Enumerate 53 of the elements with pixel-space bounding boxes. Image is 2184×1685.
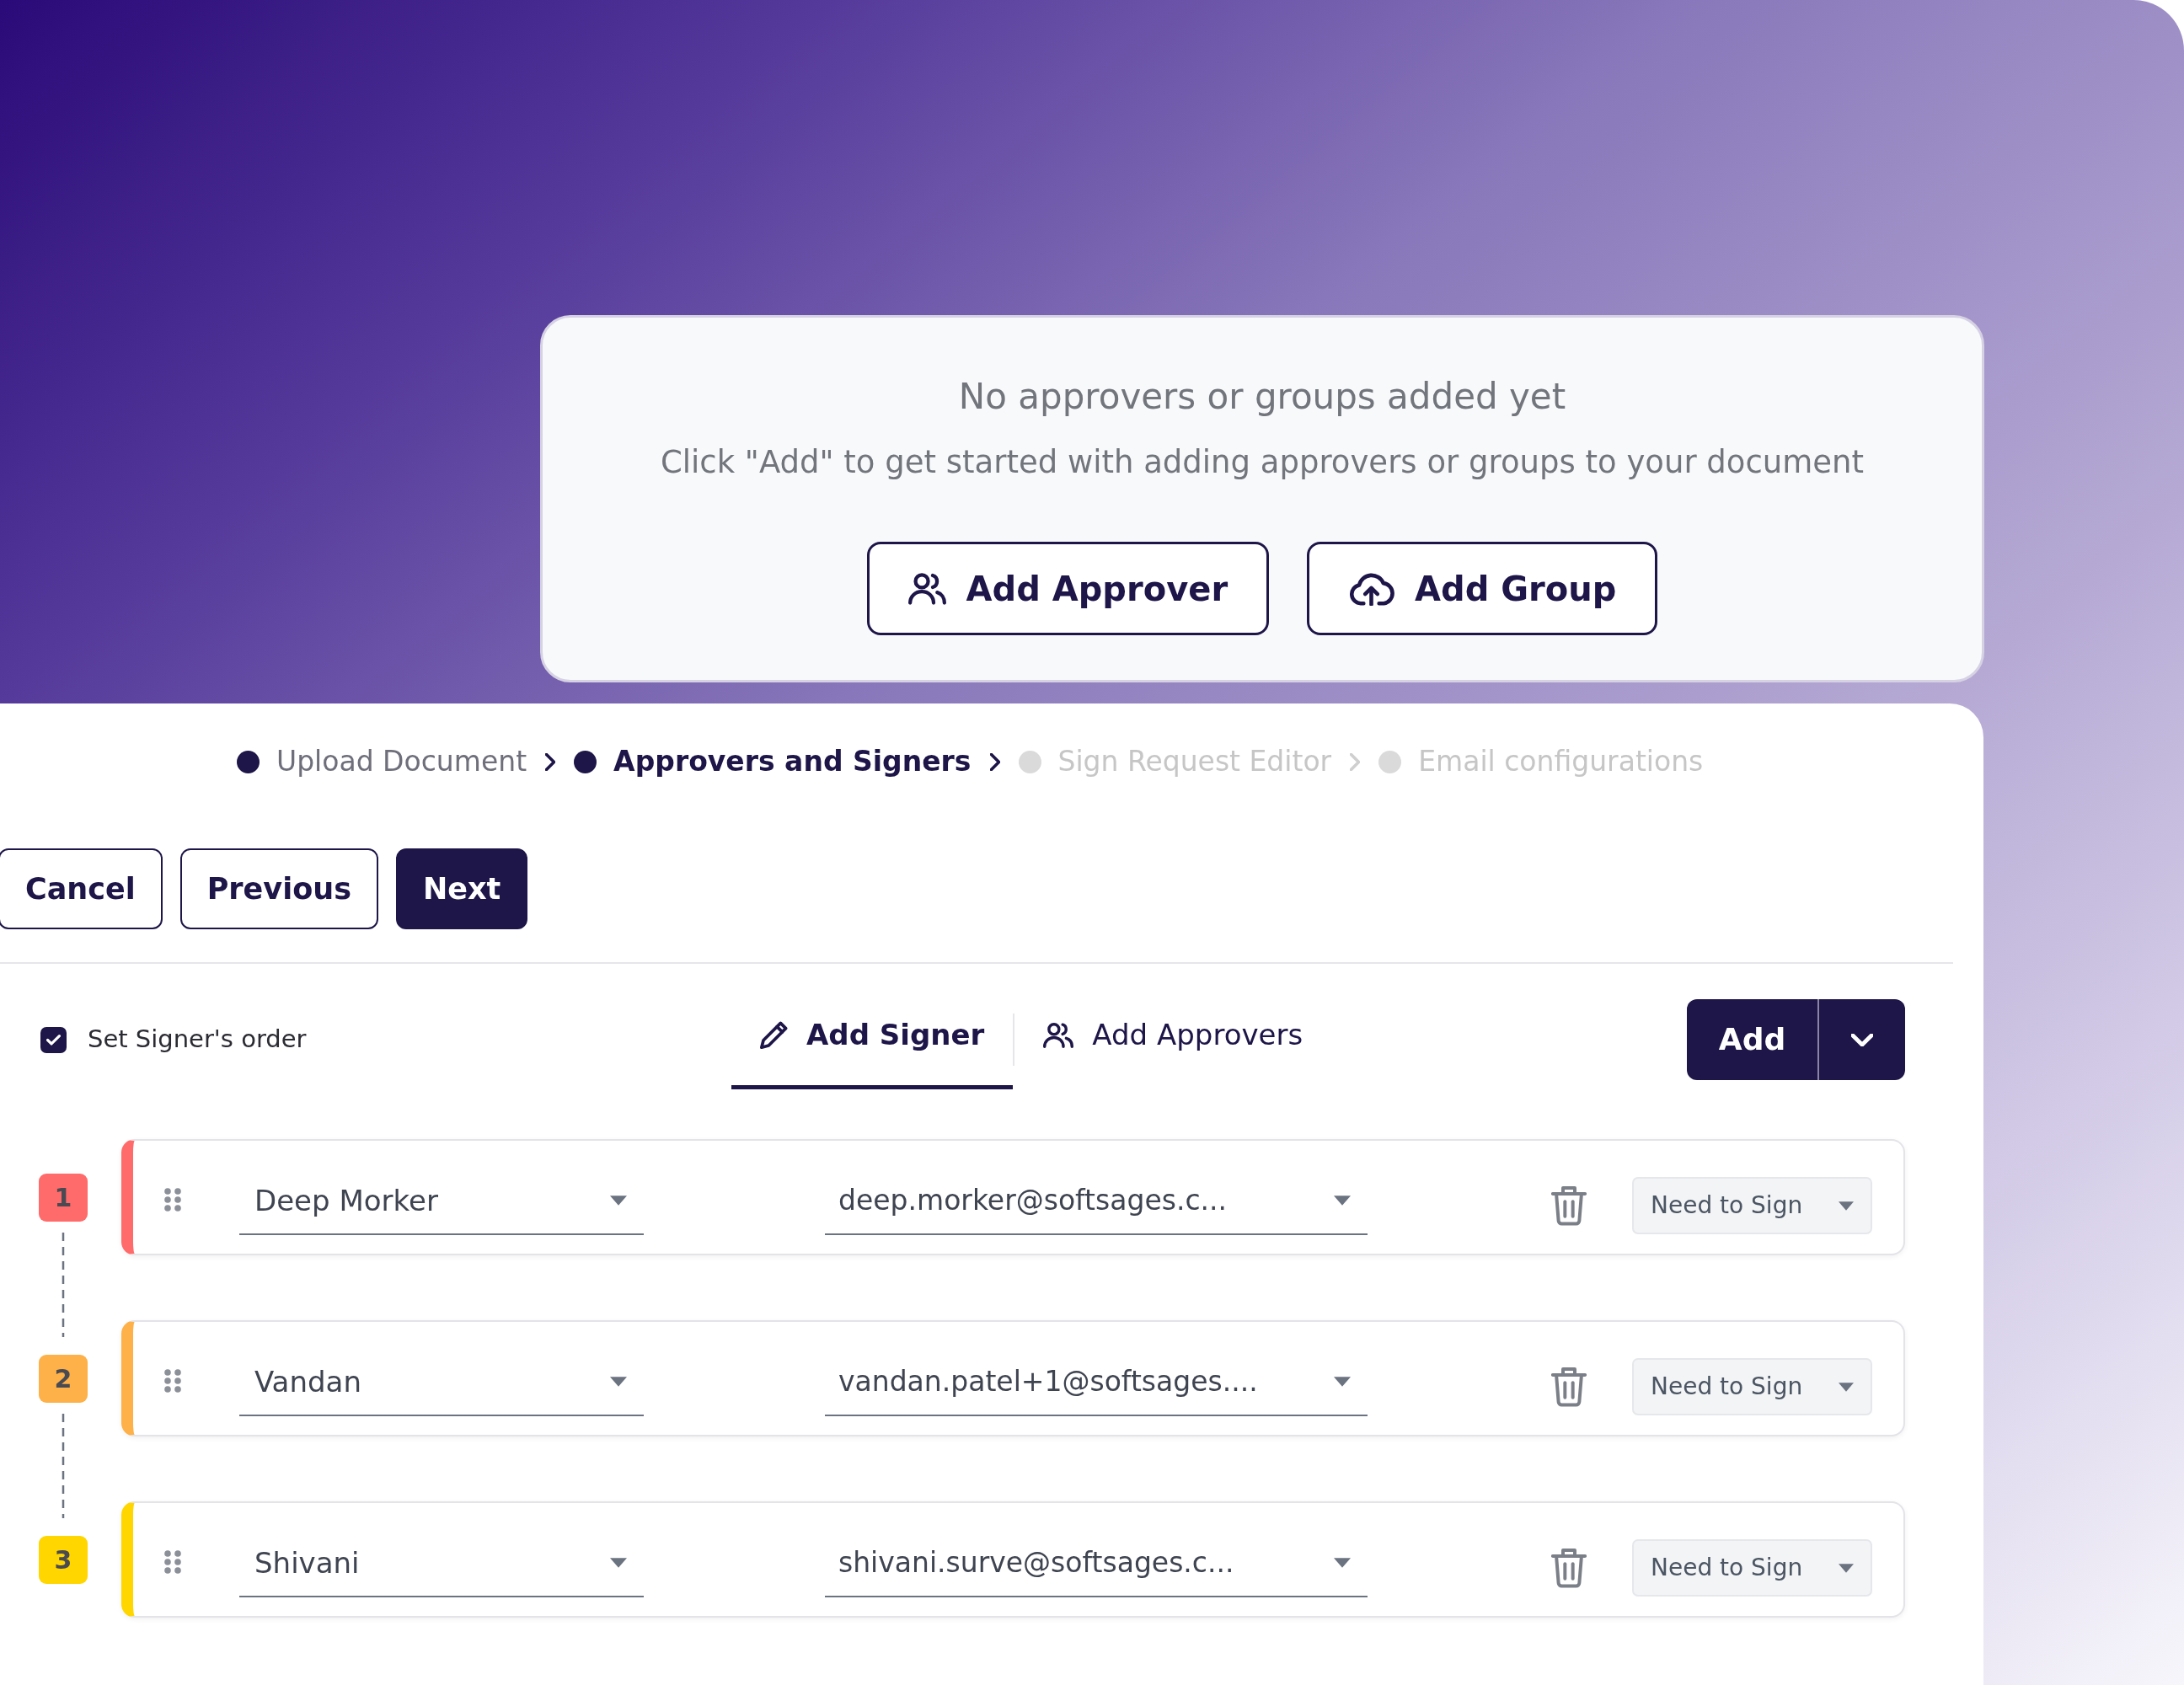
empty-state-title: No approvers or groups added yet	[958, 375, 1566, 419]
step-label: Sign Request Editor	[1057, 744, 1332, 780]
step-label: Upload Document	[276, 744, 527, 780]
role-dropdown[interactable]: Need to Sign	[1632, 1177, 1872, 1234]
add-button[interactable]: Add	[1687, 999, 1817, 1080]
people-icon	[1043, 1022, 1074, 1048]
cancel-button[interactable]: Cancel	[0, 848, 163, 929]
step-label: Approvers and Signers	[613, 744, 972, 780]
order-badge: 2	[39, 1355, 88, 1403]
name-dropdown[interactable]: Deep Morker	[239, 1174, 644, 1235]
role-dropdown[interactable]: Need to Sign	[1632, 1539, 1872, 1597]
chevron-right-icon	[1350, 752, 1361, 771]
checkmark-icon	[46, 1034, 61, 1046]
caret-down-icon	[1839, 1563, 1854, 1573]
caret-down-icon	[610, 1558, 627, 1568]
trash-icon[interactable]	[1551, 1548, 1587, 1588]
chevron-down-icon	[1851, 1033, 1873, 1046]
caret-down-icon	[1839, 1201, 1854, 1211]
dropdown-toggle-button[interactable]	[1817, 999, 1905, 1080]
chevron-right-icon	[989, 752, 1000, 771]
email-dropdown[interactable]: vandan.patel+1@softsages....	[825, 1356, 1368, 1416]
name-dropdown[interactable]: Shivani	[239, 1537, 644, 1597]
name-dropdown[interactable]: Vandan	[239, 1356, 644, 1416]
people-icon	[907, 572, 946, 605]
previous-button[interactable]: Previous	[179, 848, 378, 929]
tab[interactable]: Add Approvers	[1014, 990, 1332, 1089]
caret-down-icon	[1334, 1196, 1351, 1206]
checkbox-label: Set Signer's order	[88, 1024, 307, 1056]
trash-icon[interactable]	[1551, 1185, 1587, 1226]
add-group-button[interactable]: Add Group	[1307, 542, 1658, 635]
caret-down-icon	[610, 1196, 627, 1206]
checkbox[interactable]	[40, 1026, 67, 1053]
drag-handle-icon[interactable]	[164, 1188, 181, 1212]
order-badge: 3	[39, 1536, 88, 1584]
tab[interactable]: Add Signer	[731, 990, 1014, 1089]
drag-handle-icon[interactable]	[164, 1550, 181, 1574]
trash-icon[interactable]	[1551, 1367, 1587, 1407]
role-dropdown[interactable]: Need to Sign	[1632, 1358, 1872, 1415]
step-label: Email configurations	[1418, 744, 1704, 780]
drag-handle-icon[interactable]	[164, 1369, 181, 1393]
email-dropdown[interactable]: shivani.surve@softsages.c...	[825, 1537, 1368, 1597]
caret-down-icon	[1839, 1382, 1854, 1392]
add-approver-button[interactable]: Add Approver	[866, 542, 1270, 635]
empty-state-message: Click "Add" to get started with adding approvers or groups to your document	[660, 444, 1865, 481]
caret-down-icon	[1334, 1558, 1351, 1568]
pencil-icon	[760, 1021, 788, 1049]
chevron-right-icon	[545, 752, 556, 771]
order-badge: 1	[39, 1174, 88, 1222]
caret-down-icon	[610, 1377, 627, 1387]
next-button[interactable]: Next	[395, 848, 528, 929]
cloud-upload-icon	[1348, 571, 1395, 606]
email-dropdown[interactable]: deep.morker@softsages.c...	[825, 1174, 1368, 1235]
caret-down-icon	[1334, 1377, 1351, 1387]
